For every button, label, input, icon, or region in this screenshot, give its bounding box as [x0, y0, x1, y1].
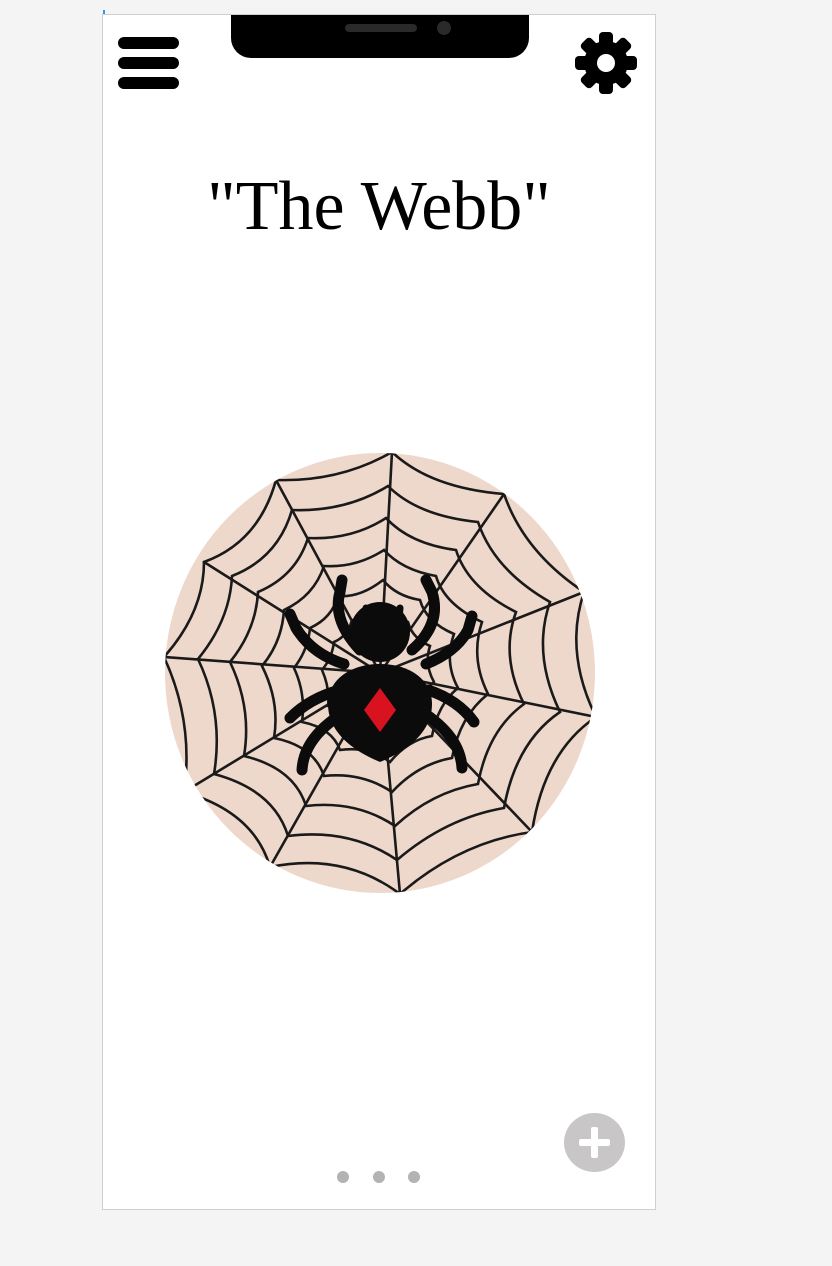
page-title: "The Webb" — [207, 168, 551, 245]
page-dot-3[interactable] — [408, 1171, 420, 1183]
add-button[interactable] — [564, 1113, 625, 1172]
notch-camera — [437, 21, 451, 35]
gear-icon — [575, 32, 637, 94]
device-notch — [231, 15, 529, 58]
phone-frame: "The Webb" — [102, 14, 656, 1210]
spider-on-web-image — [165, 453, 595, 893]
notch-speaker — [345, 24, 417, 32]
page-dot-1[interactable] — [337, 1171, 349, 1183]
page-dot-2[interactable] — [373, 1171, 385, 1183]
menu-button[interactable] — [117, 35, 181, 93]
page-indicator — [337, 1171, 427, 1183]
settings-button[interactable] — [575, 32, 637, 94]
